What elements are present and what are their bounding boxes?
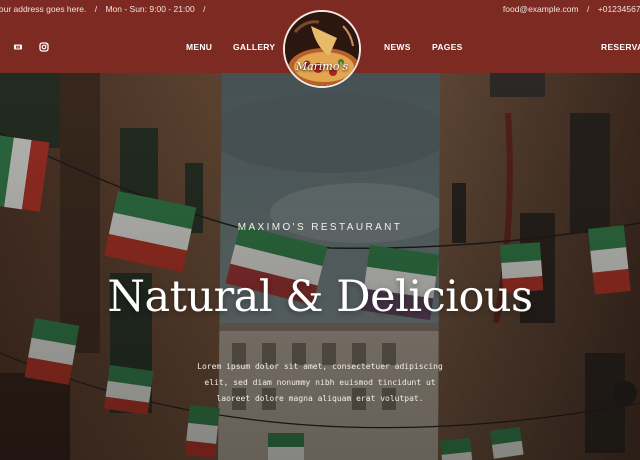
separator: / (203, 4, 206, 14)
phone-link[interactable]: +0123456789 (598, 4, 640, 14)
hero-description-line: elit, sed diam nonummy nibh euismod tinc… (204, 378, 436, 387)
address-text: Your address goes here. (0, 4, 87, 14)
hero-headline: Natural & Delicious (107, 272, 533, 322)
hours-text: Mon - Sun: 9:00 - 21:00 (105, 4, 195, 14)
top-bar-right: food@example.com / +0123456789 (503, 0, 640, 18)
nav-reservation[interactable]: RESERVATION (601, 42, 640, 52)
hero-section: MAXIMO'S RESTAURANT Natural & Delicious … (0, 73, 640, 460)
hero-description-line: Lorem ipsum dolor sit amet, consectetuer… (197, 362, 443, 371)
nav-pages[interactable]: PAGES (432, 42, 463, 52)
email-link[interactable]: food@example.com (503, 4, 579, 14)
nav-menu[interactable]: MENU (186, 42, 212, 52)
logo-text: Marimo's (295, 60, 349, 73)
instagram-icon[interactable] (39, 42, 49, 52)
separator: / (587, 4, 590, 14)
hero-description-line: laoreet dolore magna aliquam erat volutp… (216, 394, 424, 403)
nav-gallery[interactable]: GALLERY (233, 42, 275, 52)
top-bar-left: Your address goes here. / Mon - Sun: 9:0… (0, 0, 212, 18)
hero-description: Lorem ipsum dolor sit amet, consectetuer… (170, 359, 470, 407)
facebook-icon[interactable] (13, 42, 23, 52)
restaurant-logo[interactable]: Marimo's (283, 10, 361, 88)
separator: / (94, 4, 98, 14)
hero-eyebrow: MAXIMO'S RESTAURANT (237, 222, 403, 233)
nav-news[interactable]: NEWS (384, 42, 411, 52)
